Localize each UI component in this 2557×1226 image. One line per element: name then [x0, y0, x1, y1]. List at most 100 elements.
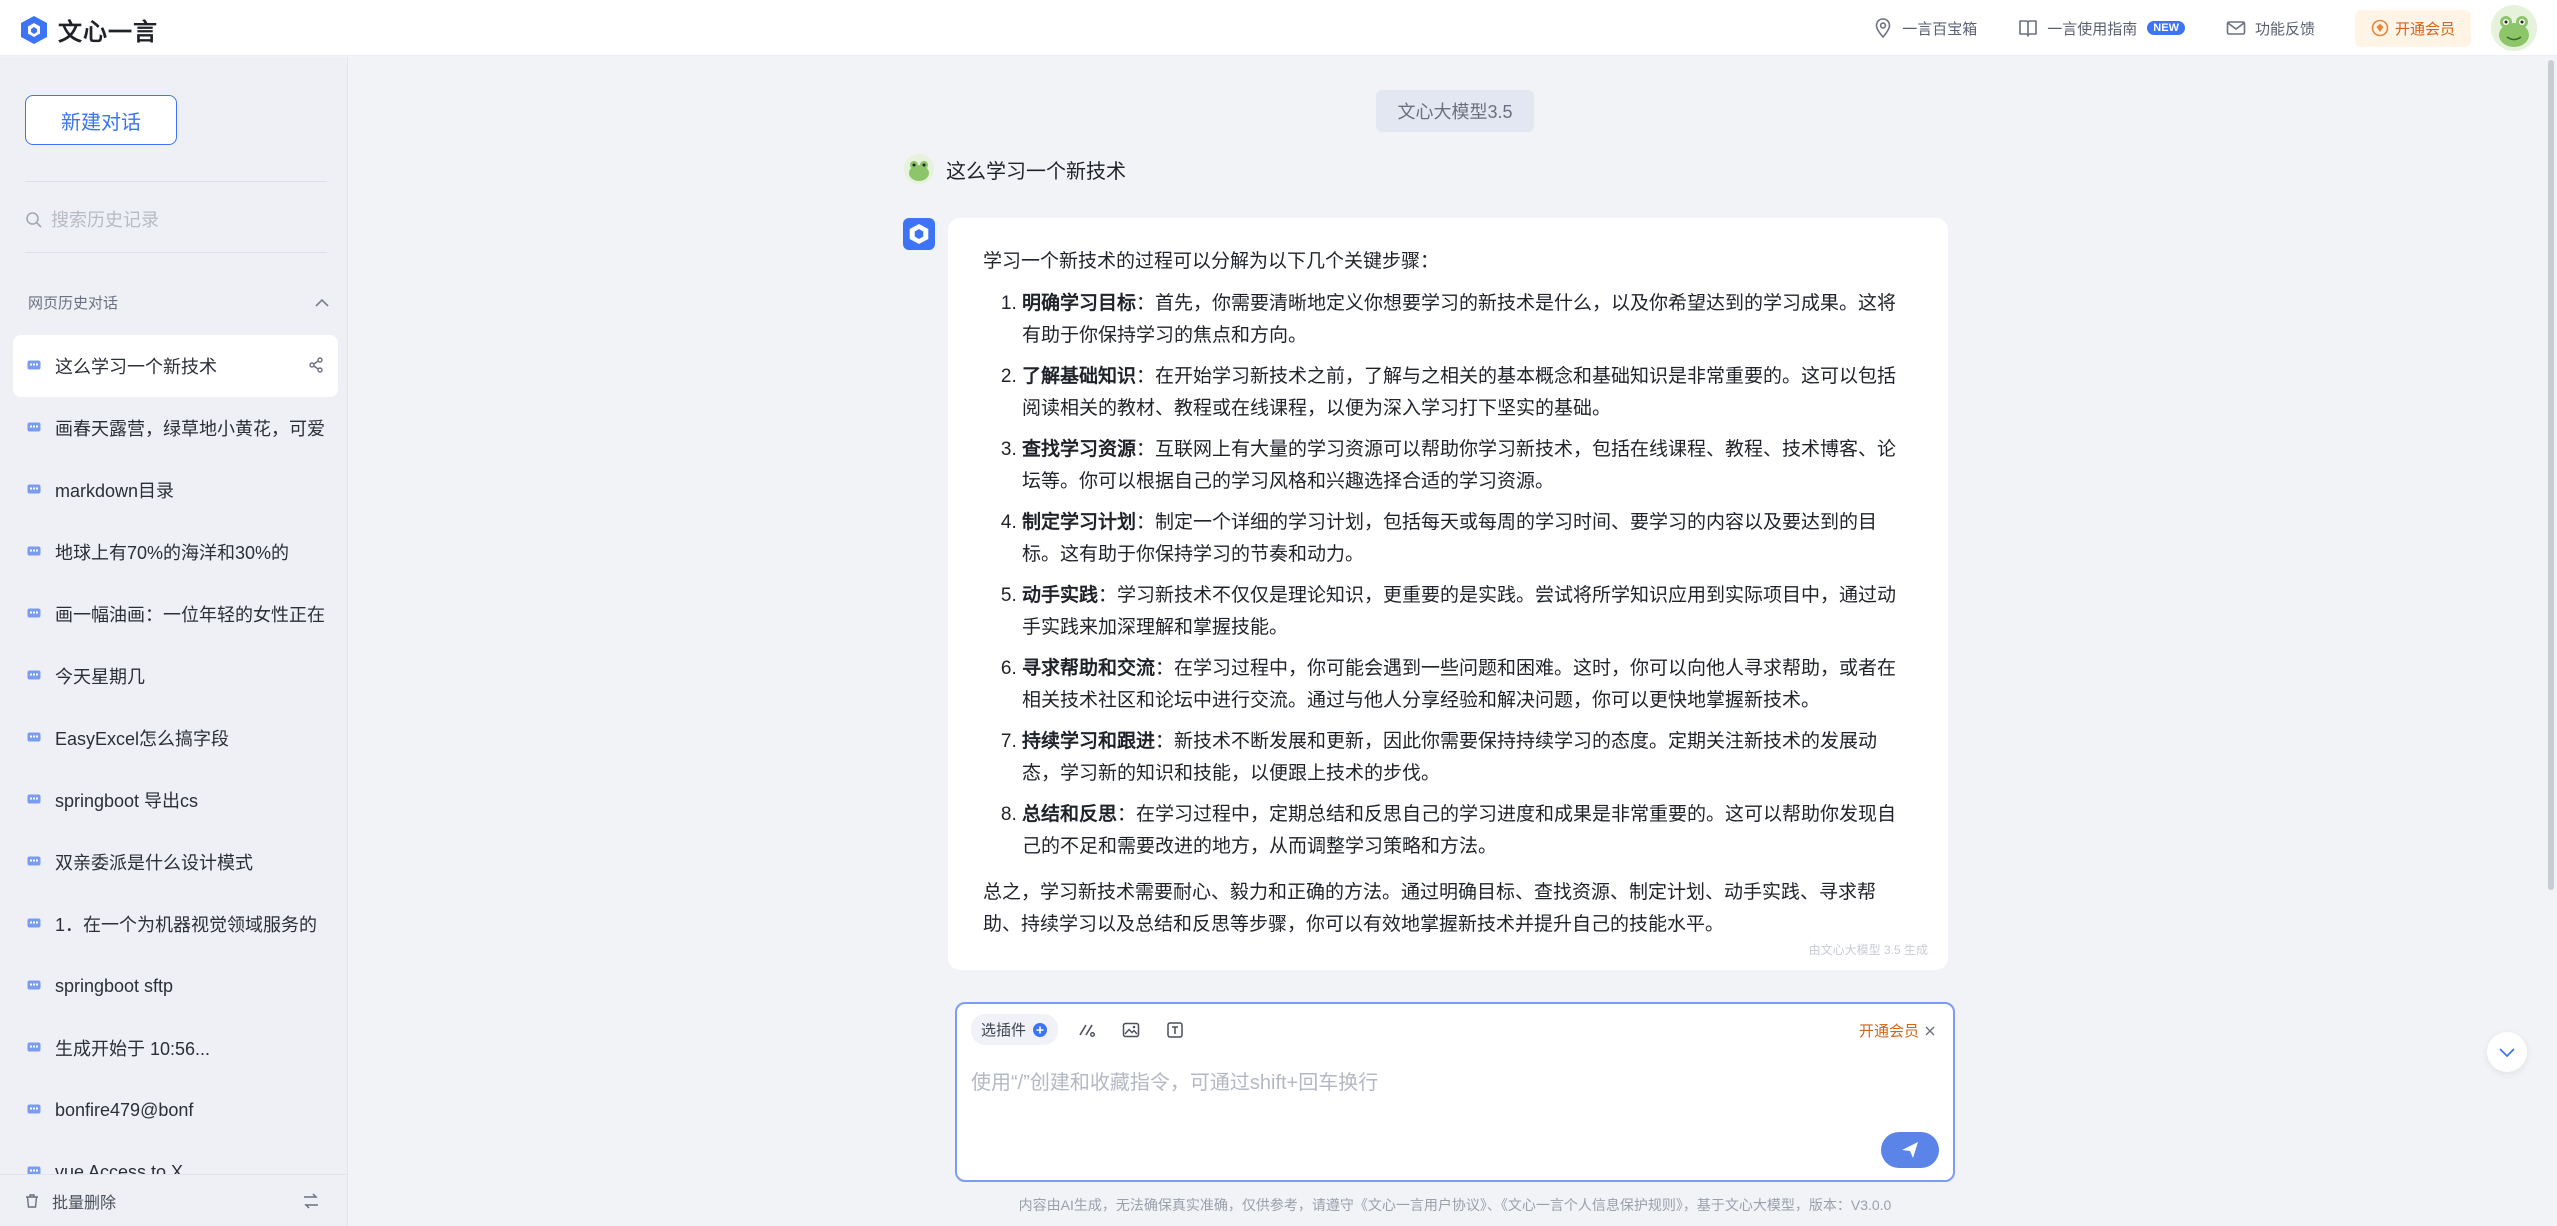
history-item[interactable]: 今天星期几	[13, 645, 338, 707]
send-button[interactable]	[1881, 1132, 1939, 1168]
user-question: 这么学习一个新技术	[946, 160, 1126, 183]
brand[interactable]: 文心一言	[20, 12, 158, 47]
sidebar-divider	[25, 252, 327, 253]
collapse-sidebar-icon[interactable]	[302, 1192, 320, 1209]
composer-vip-link[interactable]: 开通会员	[1859, 1020, 1935, 1041]
frog-avatar-icon	[904, 154, 934, 184]
history-item-label: 这么学习一个新技术	[55, 357, 217, 377]
history-item-label: 地球上有70%的海洋和30%的	[55, 543, 290, 563]
chat-scrollbar[interactable]	[2548, 60, 2554, 890]
history-item[interactable]: 地球上有70%的海洋和30%的	[13, 521, 338, 583]
history-header-label: 网页历史对话	[28, 295, 119, 312]
chat-bubble-icon	[27, 856, 41, 866]
user-avatar-small	[904, 154, 934, 184]
history-item-label: vue Access to X	[55, 1161, 184, 1176]
history-item[interactable]: EasyExcel怎么搞字段	[13, 707, 338, 769]
step-text: ：在开始学习新技术之前，了解与之相关的基本概念和基础知识是非常重要的。这可以包括…	[1022, 366, 1897, 419]
history-item-label: 双亲委派是什么设计模式	[55, 853, 253, 873]
history-item[interactable]: 生成开始于 10:56...	[13, 1017, 338, 1079]
image-icon	[1122, 1022, 1140, 1037]
history-item[interactable]: 画一幅油画：一位年轻的女性正在	[13, 583, 338, 645]
baobaoxiang-link[interactable]: 一言百宝箱	[1872, 17, 1977, 39]
history-item[interactable]: springboot 导出cs	[13, 769, 338, 831]
search-icon	[26, 212, 42, 228]
composer-toolbar: 选插件	[971, 1014, 1190, 1045]
chevron-up-icon[interactable]	[314, 298, 330, 308]
chat-bubble-icon	[27, 1042, 41, 1052]
bulk-delete-label: 批量删除	[52, 1194, 117, 1212]
plugin-select-button[interactable]: 选插件	[971, 1014, 1059, 1045]
disclaimer: 内容由AI生成，无法确保真实准确，仅供参考，请遵守《文心一言用户协议》、《文心一…	[1018, 1197, 1892, 1213]
wenxin-logo-icon	[909, 224, 929, 244]
step-title: 明确学习目标	[1022, 293, 1137, 314]
history-item-label: 1．在一个为机器视觉领域服务的	[55, 915, 318, 935]
scroll-to-bottom-button[interactable]	[2487, 1032, 2527, 1072]
share-icon[interactable]	[308, 357, 324, 373]
image-tool[interactable]	[1116, 1015, 1146, 1045]
vip-button[interactable]: 开通会员	[2354, 9, 2471, 47]
step-title: 寻求帮助和交流	[1022, 658, 1156, 679]
bot-avatar	[903, 218, 935, 250]
baobaoxiang-label: 一言百宝箱	[1902, 20, 1978, 38]
close-icon[interactable]	[1925, 1026, 1935, 1036]
chat-bubble-icon	[27, 918, 41, 928]
new-chat-button[interactable]: 新建对话	[25, 95, 177, 145]
chat-bubble-icon	[27, 608, 41, 618]
answer-steps: 明确学习目标：首先，你需要清晰地定义你想要学习的新技术是什么，以及你希望达到的学…	[983, 288, 1906, 863]
answer-step: 持续学习和跟进：新技术不断发展和更新，因此你需要保持持续学习的态度。定期关注新技…	[1022, 726, 1906, 790]
sidebar-divider	[25, 181, 327, 182]
vip-label: 开通会员	[2394, 20, 2455, 38]
chat-bubble-icon	[27, 794, 41, 804]
sidebar: 新建对话 网页历史对话 这么学习一个新技术 画春天露营，绿草地小黄花，可爱 ma…	[0, 57, 348, 1226]
history-item[interactable]: 画春天露营，绿草地小黄花，可爱	[13, 397, 338, 459]
user-avatar[interactable]	[2491, 5, 2537, 51]
history-item[interactable]: vue Access to X	[13, 1141, 338, 1175]
prompt-input[interactable]	[971, 1066, 1911, 1136]
top-bar: 文心一言 一言百宝箱 一言使用指南 NEW 功能反馈 开通会员	[0, 0, 2557, 56]
chat-bubble-icon	[27, 670, 41, 680]
history-item-label: 今天星期几	[55, 667, 145, 687]
history-header[interactable]: 网页历史对话	[28, 292, 330, 313]
step-title: 持续学习和跟进	[1022, 731, 1156, 752]
history-search[interactable]	[25, 202, 327, 238]
guide-link[interactable]: 一言使用指南 NEW	[2017, 17, 2185, 39]
history-item[interactable]: bonfire479@bonf	[13, 1079, 338, 1141]
step-text: ：在学习过程中，定期总结和反思自己的学习进度和成果是非常重要的。这可以帮助你发现…	[1022, 804, 1897, 857]
step-text: ：制定一个详细的学习计划，包括每天或每周的学习时间、要学习的内容以及要达到的目标…	[1022, 512, 1878, 565]
history-item[interactable]: springboot sftp	[13, 955, 338, 1017]
file-tool[interactable]	[1160, 1015, 1190, 1045]
history-item-label: springboot sftp	[55, 975, 174, 996]
answer-summary: 总之，学习新技术需要耐心、毅力和正确的方法。通过明确目标、查找资源、制定计划、动…	[983, 882, 1877, 935]
answer-card: 学习一个新技术的过程可以分解为以下几个关键步骤： 明确学习目标：首先，你需要清晰…	[948, 218, 1948, 970]
answer-step: 了解基础知识：在开始学习新技术之前，了解与之相关的基本概念和基础知识是非常重要的…	[1022, 361, 1906, 425]
chat-bubble-icon	[27, 1104, 41, 1114]
feedback-link[interactable]: 功能反馈	[2225, 17, 2315, 39]
history-item-label: 生成开始于 10:56...	[55, 1039, 211, 1059]
history-item-label: EasyExcel怎么搞字段	[55, 729, 230, 749]
step-title: 制定学习计划	[1022, 512, 1137, 533]
bulk-delete-button[interactable]: 批量删除	[24, 1189, 116, 1213]
history-item[interactable]: 1．在一个为机器视觉领域服务的	[13, 893, 338, 955]
slash-command-icon	[1079, 1024, 1096, 1037]
sidebar-bottom-bar: 批量删除	[0, 1174, 348, 1226]
history-item-label: 画春天露营，绿草地小黄花，可爱	[55, 419, 325, 439]
answer-step: 查找学习资源：互联网上有大量的学习资源可以帮助你学习新技术，包括在线课程、教程、…	[1022, 434, 1906, 498]
history-list: 这么学习一个新技术 画春天露营，绿草地小黄花，可爱 markdown目录 地球上…	[13, 335, 338, 1175]
history-item-label: springboot 导出cs	[55, 791, 199, 811]
history-search-input[interactable]	[51, 209, 311, 231]
command-tool[interactable]	[1072, 1015, 1102, 1045]
step-text: ：首先，你需要清晰地定义你想要学习的新技术是什么，以及你希望达到的学习成果。这将…	[1022, 293, 1897, 346]
answer-step: 寻求帮助和交流：在学习过程中，你可能会遇到一些问题和困难。这时，你可以向他人寻求…	[1022, 653, 1906, 717]
history-item[interactable]: markdown目录	[13, 459, 338, 521]
wenxin-logo-icon	[21, 15, 47, 44]
answer-intro: 学习一个新技术的过程可以分解为以下几个关键步骤：	[983, 251, 1440, 272]
step-text: ：学习新技术不仅仅是理论知识，更重要的是实践。尝试将所学知识应用到实际项目中，通…	[1022, 585, 1897, 638]
history-item[interactable]: 双亲委派是什么设计模式	[13, 831, 338, 893]
chat-bubble-icon	[27, 484, 41, 494]
plus-circle-icon	[1033, 1022, 1048, 1037]
chat-bubble-icon	[27, 546, 41, 556]
chevron-down-icon	[2499, 1048, 2515, 1058]
history-item[interactable]: 这么学习一个新技术	[13, 335, 338, 397]
step-title: 了解基础知识	[1022, 366, 1137, 387]
step-title: 总结和反思	[1022, 804, 1118, 825]
